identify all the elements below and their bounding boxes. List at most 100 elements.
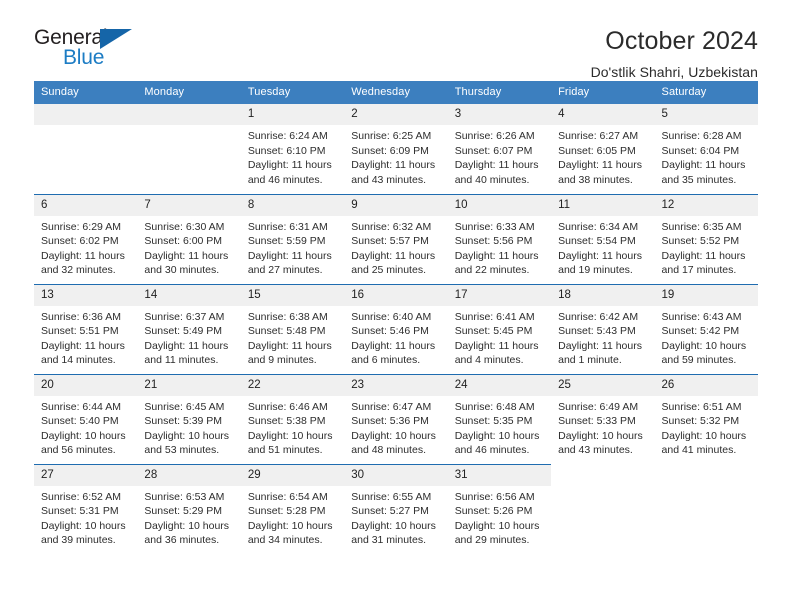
sunset-time: Sunset: 5:32 PM — [661, 415, 740, 428]
day-number: 31 — [447, 464, 552, 486]
day-number: 25 — [551, 374, 655, 396]
sunset-time: Sunset: 5:52 PM — [661, 235, 740, 248]
calendar-day-cell[interactable]: 31 Sunrise: 6:56 AM Sunset: 5:26 PM Dayligh… — [447, 463, 552, 554]
daylight-duration-line2: and 11 minutes. — [144, 354, 219, 367]
daylight-duration-line1: Daylight: 10 hours — [41, 519, 126, 532]
sunrise-time: Sunrise: 6:53 AM — [144, 490, 225, 503]
daylight-duration-line1: Daylight: 11 hours — [454, 339, 539, 352]
daylight-duration-line2: and 53 minutes. — [144, 444, 220, 457]
sunrise-time: Sunrise: 6:48 AM — [454, 400, 535, 413]
calendar-day-cell[interactable]: 15 Sunrise: 6:38 AM Sunset: 5:48 PM Dayligh… — [240, 283, 345, 374]
day-details: Sunrise: 6:56 AM Sunset: 5:26 PM Daylight:… — [448, 486, 551, 548]
calendar-day-cell[interactable]: 6 Sunrise: 6:29 AM Sunset: 6:02 PM Daylight… — [34, 193, 138, 284]
daylight-duration-line2: and 38 minutes. — [558, 173, 633, 186]
day-number: 20 — [34, 374, 138, 396]
calendar-page: General Blue October 2024 Do'stlik Shahr… — [0, 0, 792, 612]
calendar-cell-inner: 3 Sunrise: 6:26 AM Sunset: 6:07 PM Daylight… — [447, 104, 552, 194]
calendar-day-cell[interactable]: 13 Sunrise: 6:36 AM Sunset: 5:51 PM Dayligh… — [34, 283, 138, 374]
weekday-header-row: Sunday Monday Tuesday Wednesday Thursday… — [34, 81, 758, 104]
day-details: Sunrise: 6:44 AM Sunset: 5:40 PM Daylight:… — [34, 396, 137, 458]
day-details: Sunrise: 6:32 AM Sunset: 5:57 PM Daylight:… — [344, 216, 447, 278]
day-number: 30 — [344, 464, 448, 486]
sunrise-time: Sunrise: 6:55 AM — [351, 490, 432, 503]
sunset-time: Sunset: 6:07 PM — [454, 144, 533, 157]
calendar-day-cell[interactable]: 14 Sunrise: 6:37 AM Sunset: 5:49 PM Dayligh… — [137, 283, 241, 374]
calendar-cell-inner: 26 Sunrise: 6:51 AM Sunset: 5:32 PM Dayligh… — [654, 374, 758, 465]
calendar-day-cell[interactable]: 21 Sunrise: 6:45 AM Sunset: 5:39 PM Dayligh… — [137, 373, 241, 464]
daylight-duration-line2: and 22 minutes. — [454, 264, 530, 277]
sunset-time: Sunset: 6:02 PM — [41, 235, 119, 248]
calendar-day-cell[interactable]: 20 Sunrise: 6:44 AM Sunset: 5:40 PM Dayligh… — [34, 373, 138, 464]
sunset-time: Sunset: 6:04 PM — [661, 144, 740, 157]
day-details: Sunrise: 6:25 AM Sunset: 6:09 PM Daylight:… — [344, 125, 447, 187]
calendar-day-cell[interactable]: 5 Sunrise: 6:28 AM Sunset: 6:04 PM Daylight… — [654, 104, 758, 194]
sunrise-time: Sunrise: 6:29 AM — [41, 220, 121, 233]
daylight-duration-line1: Daylight: 11 hours — [144, 249, 229, 262]
daylight-duration-line2: and 35 minutes. — [661, 173, 737, 186]
day-number: 10 — [447, 194, 552, 216]
calendar-day-cell[interactable]: 9 Sunrise: 6:32 AM Sunset: 5:57 PM Daylight… — [344, 193, 448, 284]
calendar-day-cell[interactable]: 19 Sunrise: 6:43 AM Sunset: 5:42 PM Dayligh… — [654, 283, 758, 374]
calendar-day-cell[interactable]: 16 Sunrise: 6:40 AM Sunset: 5:46 PM Dayligh… — [344, 283, 448, 374]
calendar-day-cell[interactable]: 29 Sunrise: 6:54 AM Sunset: 5:28 PM Dayligh… — [240, 463, 345, 554]
calendar-cell-inner: 23 Sunrise: 6:47 AM Sunset: 5:36 PM Dayligh… — [344, 374, 448, 464]
calendar-day-cell[interactable]: 25 Sunrise: 6:49 AM Sunset: 5:33 PM Dayligh… — [551, 373, 655, 464]
calendar-day-cell[interactable]: 2 Sunrise: 6:25 AM Sunset: 6:09 PM Daylight… — [344, 104, 448, 194]
calendar-cell-inner: 5 Sunrise: 6:28 AM Sunset: 6:04 PM Daylight… — [654, 104, 758, 194]
day-number: 26 — [654, 374, 758, 396]
calendar-day-cell[interactable]: 22 Sunrise: 6:46 AM Sunset: 5:38 PM Dayligh… — [240, 373, 345, 464]
calendar-day-cell[interactable]: 24 Sunrise: 6:48 AM Sunset: 5:35 PM Dayligh… — [447, 373, 552, 464]
logo-triangle-icon — [100, 29, 132, 49]
daylight-duration-line1: Daylight: 11 hours — [661, 249, 746, 262]
sunset-time: Sunset: 5:54 PM — [558, 235, 636, 248]
day-number: 28 — [137, 464, 241, 486]
calendar-day-cell[interactable]: 7 Sunrise: 6:30 AM Sunset: 6:00 PM Daylight… — [137, 193, 241, 284]
sunrise-time: Sunrise: 6:56 AM — [454, 490, 535, 503]
calendar-day-cell[interactable]: 3 Sunrise: 6:26 AM Sunset: 6:07 PM Daylight… — [447, 104, 552, 194]
daylight-duration-line2: and 51 minutes. — [247, 444, 323, 457]
calendar-week-row: 6 Sunrise: 6:29 AM Sunset: 6:02 PM Daylight… — [34, 193, 758, 284]
weekday-header-friday: Friday — [551, 81, 655, 104]
daylight-duration-line2: and 56 minutes. — [41, 444, 116, 457]
calendar-day-cell[interactable]: 1 Sunrise: 6:24 AM Sunset: 6:10 PM Daylight… — [240, 104, 345, 194]
daylight-duration-line2: and 46 minutes. — [247, 173, 323, 186]
calendar-day-cell[interactable]: 12 Sunrise: 6:35 AM Sunset: 5:52 PM Dayligh… — [654, 193, 758, 284]
sunrise-time: Sunrise: 6:24 AM — [247, 130, 328, 142]
daylight-duration-line2: and 32 minutes. — [41, 264, 116, 277]
calendar-day-cell[interactable]: 18 Sunrise: 6:42 AM Sunset: 5:43 PM Dayligh… — [551, 283, 655, 374]
daylight-duration-line2: and 17 minutes. — [661, 264, 737, 277]
day-number: 3 — [447, 104, 552, 125]
calendar-day-cell[interactable]: 11 Sunrise: 6:34 AM Sunset: 5:54 PM Dayligh… — [551, 193, 655, 284]
calendar-day-cell[interactable]: 27 Sunrise: 6:52 AM Sunset: 5:31 PM Dayligh… — [34, 463, 138, 554]
day-details: Sunrise: 6:33 AM Sunset: 5:56 PM Daylight:… — [448, 216, 551, 278]
day-details: Sunrise: 6:52 AM Sunset: 5:31 PM Daylight:… — [34, 486, 137, 548]
calendar-day-cell[interactable]: 30 Sunrise: 6:55 AM Sunset: 5:27 PM Dayligh… — [344, 463, 448, 554]
daylight-duration-line1: Daylight: 11 hours — [454, 249, 539, 262]
calendar-day-cell[interactable]: 8 Sunrise: 6:31 AM Sunset: 5:59 PM Daylight… — [240, 193, 345, 284]
daylight-duration-line2: and 41 minutes. — [661, 444, 737, 457]
calendar-day-cell[interactable]: 28 Sunrise: 6:53 AM Sunset: 5:29 PM Dayligh… — [137, 463, 241, 554]
sunrise-time: Sunrise: 6:52 AM — [41, 490, 121, 503]
day-number: 11 — [551, 194, 655, 216]
daylight-duration-line1: Daylight: 10 hours — [454, 519, 540, 532]
calendar-week-row: 27 Sunrise: 6:52 AM Sunset: 5:31 PM Dayligh… — [34, 463, 758, 554]
day-number — [34, 104, 138, 125]
daylight-duration-line1: Daylight: 11 hours — [247, 159, 332, 172]
calendar-cell-inner: 10 Sunrise: 6:33 AM Sunset: 5:56 PM Dayligh… — [447, 194, 552, 284]
page-subtitle: Do'stlik Shahri, Uzbekistan — [590, 64, 758, 80]
daylight-duration-line2: and 14 minutes. — [41, 354, 116, 367]
day-number: 7 — [137, 194, 241, 216]
calendar-day-cell[interactable]: 4 Sunrise: 6:27 AM Sunset: 6:05 PM Daylight… — [551, 104, 655, 194]
sunrise-time: Sunrise: 6:30 AM — [144, 220, 225, 233]
general-blue-logo[interactable]: General Blue — [34, 26, 146, 74]
calendar-cell-inner: 2 Sunrise: 6:25 AM Sunset: 6:09 PM Daylight… — [344, 104, 448, 194]
calendar-day-cell[interactable]: 10 Sunrise: 6:33 AM Sunset: 5:56 PM Dayligh… — [447, 193, 552, 284]
day-number: 4 — [551, 104, 655, 125]
day-details: Sunrise: 6:40 AM Sunset: 5:46 PM Daylight:… — [344, 306, 447, 368]
daylight-duration-line1: Daylight: 10 hours — [247, 519, 333, 532]
calendar-day-cell[interactable]: 26 Sunrise: 6:51 AM Sunset: 5:32 PM Dayligh… — [654, 373, 758, 465]
calendar-cell-inner: 8 Sunrise: 6:31 AM Sunset: 5:59 PM Daylight… — [240, 194, 345, 284]
daylight-duration-line1: Daylight: 11 hours — [351, 249, 436, 262]
calendar-day-cell[interactable]: 17 Sunrise: 6:41 AM Sunset: 5:45 PM Dayligh… — [447, 283, 552, 374]
calendar-day-cell[interactable]: 23 Sunrise: 6:47 AM Sunset: 5:36 PM Dayligh… — [344, 373, 448, 464]
